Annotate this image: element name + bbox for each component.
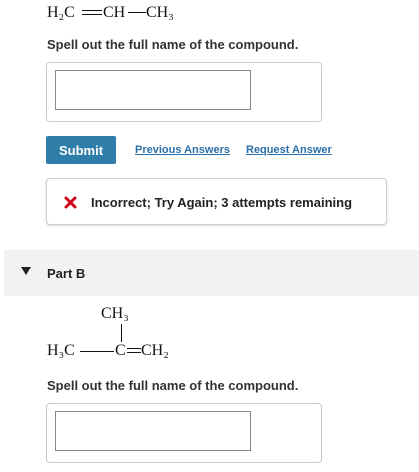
feedback-box: Incorrect; Try Again; 3 attempts remaini…	[46, 178, 387, 225]
double-bond	[127, 348, 141, 350]
x-icon	[64, 196, 77, 209]
formula-ch2: CH₂	[141, 342, 169, 359]
triangle-down-icon	[21, 267, 31, 275]
request-answer-link[interactable]: Request Answer	[246, 144, 332, 156]
formula-top-ch3: CH₃	[101, 305, 129, 322]
formula-ch3: CH₃	[146, 4, 174, 21]
feedback-text: Incorrect; Try Again; 3 attempts remaini…	[91, 195, 353, 210]
previous-answers-link[interactable]: Previous Answers	[135, 144, 230, 156]
part-a-answer-container	[46, 62, 322, 122]
formula-ch: CH	[103, 4, 126, 21]
double-bond	[82, 10, 102, 12]
part-b-answer-input[interactable]	[55, 411, 251, 451]
formula-h2c: H₂C	[47, 4, 75, 21]
part-b-prompt: Spell out the full name of the compound.	[47, 378, 299, 393]
part-a-formula: H₂C CH CH₃	[47, 4, 174, 22]
single-bond	[128, 12, 146, 14]
part-a-prompt: Spell out the full name of the compound.	[47, 37, 299, 52]
formula-center-c: C	[115, 342, 126, 359]
single-bond	[80, 351, 114, 353]
double-bond	[82, 14, 102, 16]
vertical-bond	[121, 324, 123, 342]
double-bond	[127, 352, 141, 354]
part-b-answer-container	[46, 403, 322, 463]
formula-h3c: H₃C	[47, 342, 75, 359]
part-a-answer-input[interactable]	[55, 70, 251, 110]
part-b-header[interactable]: Part B	[4, 250, 419, 296]
part-b-label: Part B	[47, 266, 86, 281]
submit-button[interactable]: Submit	[46, 136, 116, 164]
